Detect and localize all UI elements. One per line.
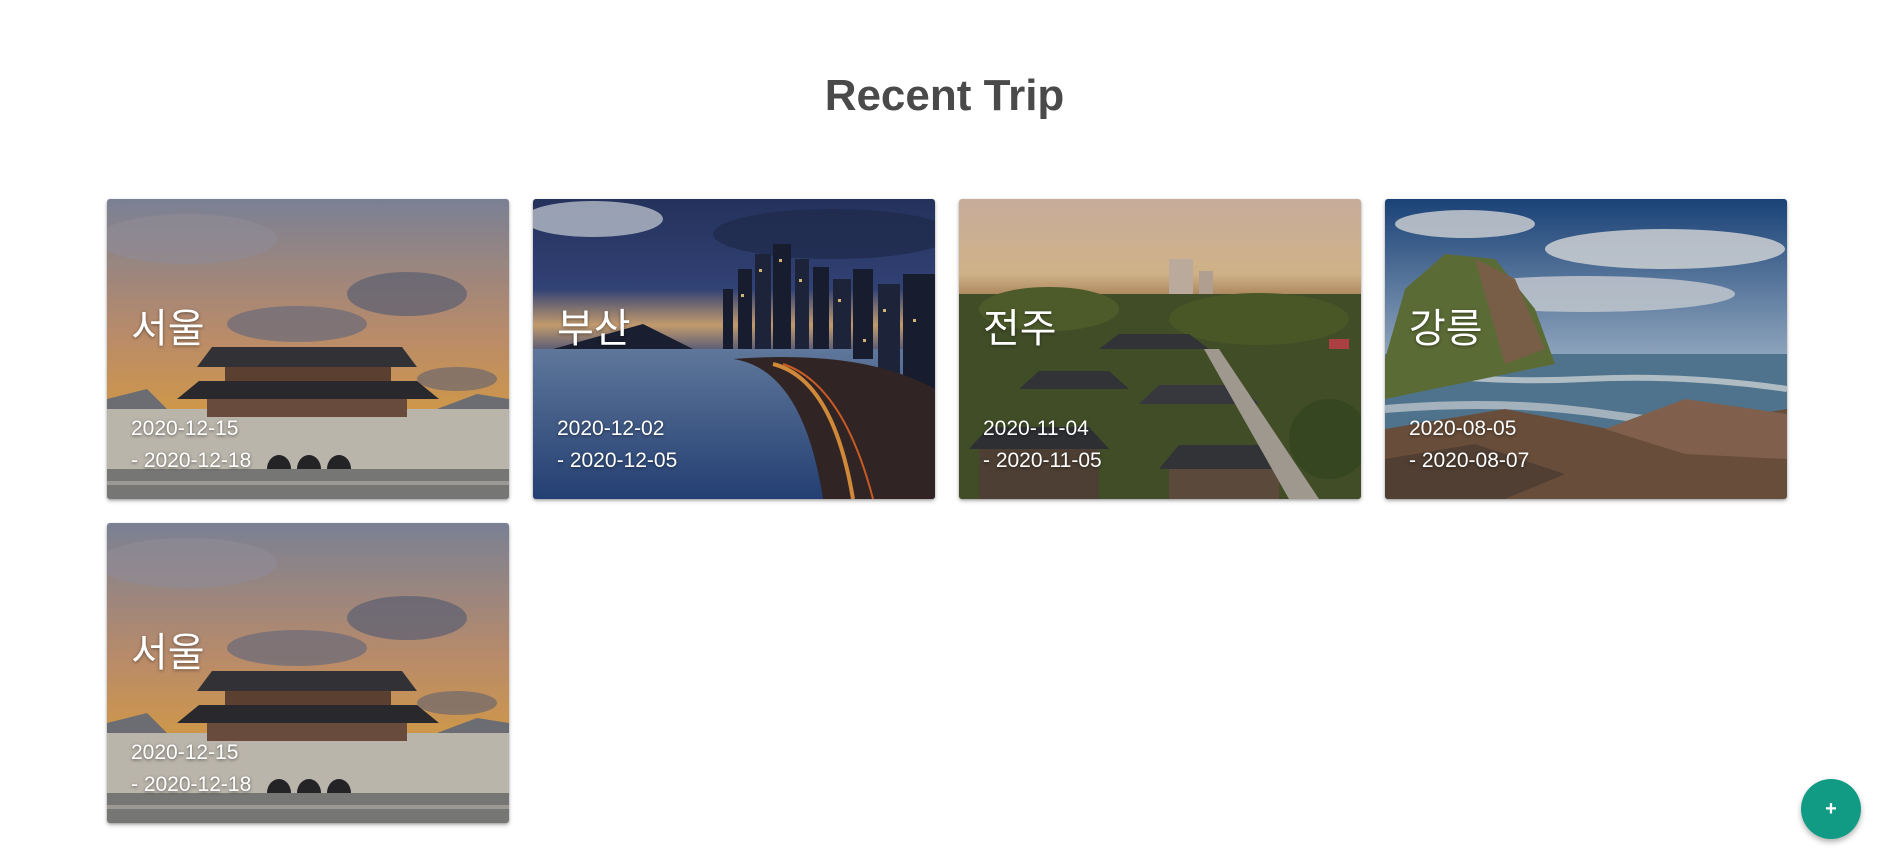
trip-dates: 2020-08-05 - 2020-08-07 <box>1409 413 1529 477</box>
trip-start-date: 2020-08-05 <box>1409 417 1517 440</box>
trip-end-date: - 2020-11-05 <box>983 449 1102 472</box>
trip-card[interactable]: 강릉 2020-08-05 - 2020-08-07 <box>1385 199 1787 499</box>
trip-end-date: - 2020-12-18 <box>131 773 252 796</box>
trips-page: Recent Trip 서울 2020-12-15 - 2020-12-18 부… <box>0 0 1889 860</box>
trip-city: 전주 <box>983 306 1057 352</box>
add-trip-button[interactable]: + <box>1801 779 1861 839</box>
trip-dates: 2020-11-04 - 2020-11-05 <box>983 413 1102 477</box>
trip-start-date: 2020-11-04 <box>983 417 1089 440</box>
trip-end-date: - 2020-12-05 <box>557 449 678 472</box>
trip-city: 서울 <box>131 630 205 676</box>
trip-dates: 2020-12-15 - 2020-12-18 <box>131 737 251 801</box>
trip-card[interactable]: 부산 2020-12-02 - 2020-12-05 <box>533 199 935 499</box>
trip-dates: 2020-12-02 - 2020-12-05 <box>557 413 677 477</box>
trip-city: 부산 <box>557 306 631 352</box>
trip-city: 강릉 <box>1409 306 1483 352</box>
trip-start-date: 2020-12-02 <box>557 417 665 440</box>
trip-dates: 2020-12-15 - 2020-12-18 <box>131 413 251 477</box>
trip-start-date: 2020-12-15 <box>131 741 239 764</box>
trip-city: 서울 <box>131 306 205 352</box>
trip-card[interactable]: 전주 2020-11-04 - 2020-11-05 <box>959 199 1361 499</box>
trip-card-grid: 서울 2020-12-15 - 2020-12-18 부산 2020-12-02… <box>107 199 1789 823</box>
trip-start-date: 2020-12-15 <box>131 417 239 440</box>
trip-card[interactable]: 서울 2020-12-15 - 2020-12-18 <box>107 199 509 499</box>
trip-end-date: - 2020-08-07 <box>1409 449 1530 472</box>
trip-end-date: - 2020-12-18 <box>131 449 252 472</box>
plus-icon: + <box>1825 798 1837 820</box>
page-title: Recent Trip <box>824 71 1065 120</box>
trip-card[interactable]: 서울 2020-12-15 - 2020-12-18 <box>107 523 509 823</box>
